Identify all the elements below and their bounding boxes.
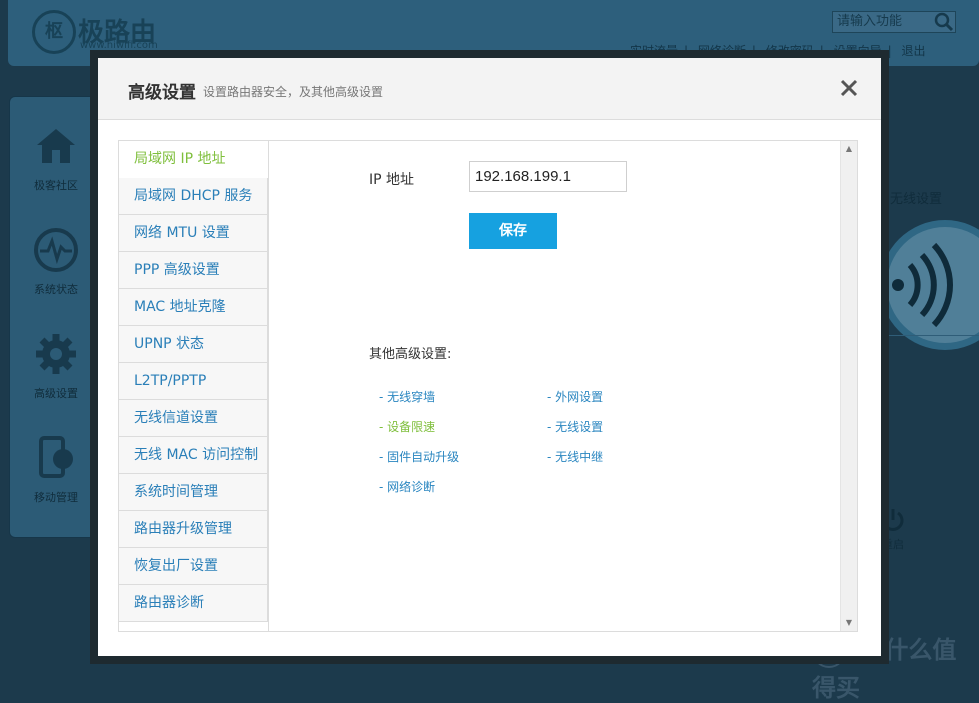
modal-content: 局域网 IP 地址 局域网 DHCP 服务 网络 MTU 设置 PPP 高级设置 MAC… bbox=[118, 140, 858, 632]
scroll-down-icon[interactable]: ▼ bbox=[841, 615, 857, 631]
close-icon[interactable] bbox=[839, 78, 859, 98]
ip-address-label: IP 地址 bbox=[369, 172, 415, 188]
side-menu-item[interactable]: 网络 MTU 设置 bbox=[119, 215, 268, 252]
other-setting-link[interactable]: - 无线中继 bbox=[547, 448, 603, 465]
scrollbar[interactable]: ▲ ▼ bbox=[840, 141, 857, 631]
settings-panel: IP 地址 保存 其他高级设置: - 无线穿墙 - 外网设置 - 设备限速 - 无线设… bbox=[268, 141, 840, 631]
gear-icon bbox=[36, 334, 76, 374]
side-menu-item[interactable]: PPP 高级设置 bbox=[119, 252, 268, 289]
wifi-icon[interactable] bbox=[880, 220, 979, 350]
side-menu-item[interactable]: 恢复出厂设置 bbox=[119, 548, 268, 585]
side-menu-item[interactable]: 系统时间管理 bbox=[119, 474, 268, 511]
side-menu: 局域网 IP 地址 局域网 DHCP 服务 网络 MTU 设置 PPP 高级设置 MAC… bbox=[119, 141, 268, 622]
side-menu-item[interactable]: L2TP/PPTP bbox=[119, 363, 268, 400]
side-menu-item[interactable]: MAC 地址克隆 bbox=[119, 289, 268, 326]
side-menu-item[interactable]: 无线信道设置 bbox=[119, 400, 268, 437]
wireless-settings-label: 无线设置 bbox=[890, 192, 943, 207]
other-setting-link[interactable]: - 外网设置 bbox=[547, 388, 603, 405]
other-setting-link[interactable]: - 无线设置 bbox=[547, 418, 603, 435]
mobile-icon bbox=[39, 436, 73, 478]
nav-mobile-label: 移动管理 bbox=[34, 491, 78, 504]
modal-body: 高级设置 设置路由器安全，及其他高级设置 局域网 IP 地址 局域网 DHCP 服… bbox=[98, 58, 881, 656]
pulse-icon bbox=[34, 228, 78, 272]
advanced-settings-modal: 高级设置 设置路由器安全，及其他高级设置 局域网 IP 地址 局域网 DHCP 服… bbox=[90, 50, 889, 664]
other-setting-link[interactable]: - 网络诊断 bbox=[379, 478, 435, 495]
logo-icon: 枢 bbox=[32, 10, 76, 54]
side-menu-item[interactable]: UPNP 状态 bbox=[119, 326, 268, 363]
save-button[interactable]: 保存 bbox=[469, 213, 557, 249]
ip-address-field[interactable] bbox=[469, 161, 627, 192]
top-link-logout[interactable]: 退出 bbox=[902, 44, 926, 58]
nav-status[interactable]: 系统状态 bbox=[10, 227, 102, 297]
modal-title: 高级设置 bbox=[128, 83, 196, 103]
side-menu-item[interactable]: 路由器升级管理 bbox=[119, 511, 268, 548]
search-icon[interactable] bbox=[934, 12, 954, 32]
other-setting-link[interactable]: - 设备限速 bbox=[379, 418, 435, 435]
other-settings-title: 其他高级设置: bbox=[369, 347, 452, 362]
nav-mobile[interactable]: 移动管理 bbox=[10, 435, 102, 505]
nav-advanced-label: 高级设置 bbox=[34, 387, 78, 400]
side-menu-item[interactable]: 局域网 IP 地址 bbox=[119, 141, 268, 178]
modal-subtitle: 设置路由器安全，及其他高级设置 bbox=[203, 85, 384, 99]
nav-community[interactable]: 极客社区 bbox=[10, 123, 102, 193]
background-left-nav: 极客社区 系统状态 高级设置 移动管理 bbox=[9, 96, 103, 538]
side-menu-item[interactable]: 无线 MAC 访问控制 bbox=[119, 437, 268, 474]
other-setting-link[interactable]: - 无线穿墙 bbox=[379, 388, 435, 405]
home-icon bbox=[37, 129, 75, 163]
side-menu-item[interactable]: 局域网 DHCP 服务 bbox=[119, 178, 268, 215]
other-setting-link[interactable]: - 固件自动升级 bbox=[379, 448, 459, 465]
modal-header: 高级设置 设置路由器安全，及其他高级设置 bbox=[98, 58, 881, 120]
nav-advanced[interactable]: 高级设置 bbox=[10, 331, 102, 401]
side-menu-item[interactable]: 路由器诊断 bbox=[119, 585, 268, 622]
nav-community-label: 极客社区 bbox=[34, 179, 78, 192]
nav-status-label: 系统状态 bbox=[34, 283, 78, 296]
scroll-up-icon[interactable]: ▲ bbox=[841, 141, 857, 157]
